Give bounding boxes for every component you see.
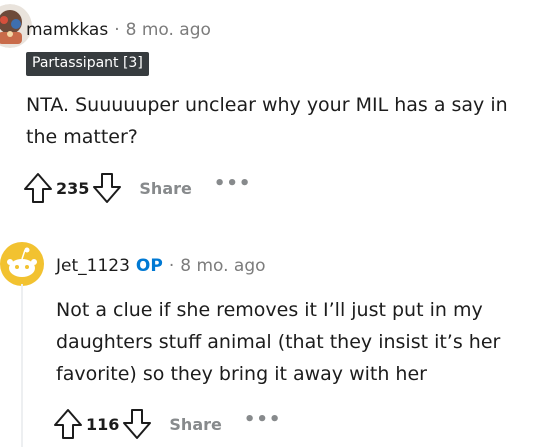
comment-body: Not a clue if she removes it I’ll just p… bbox=[56, 299, 501, 385]
more-options-icon[interactable]: ••• bbox=[214, 175, 252, 193]
timestamp[interactable]: 8 mo. ago bbox=[180, 256, 265, 276]
vote-score: 235 bbox=[56, 178, 90, 198]
comment-meta: mamkkas · 8 mo. ago bbox=[26, 18, 211, 42]
meta-separator: · bbox=[168, 256, 175, 276]
upvote-button[interactable] bbox=[22, 170, 54, 206]
comment-actions: 116 Share ••• bbox=[52, 406, 281, 442]
snoo-avatar-icon bbox=[0, 242, 44, 286]
thread-line[interactable] bbox=[21, 284, 23, 447]
downvote-button[interactable] bbox=[91, 170, 123, 206]
comment-meta: Jet_1123 OP · 8 mo. ago bbox=[56, 254, 266, 278]
upvote-arrow-icon bbox=[54, 409, 82, 439]
meta-separator: · bbox=[114, 20, 120, 40]
share-button[interactable]: Share bbox=[169, 415, 221, 434]
downvote-button[interactable] bbox=[121, 406, 153, 442]
timestamp[interactable]: 8 mo. ago bbox=[126, 20, 211, 40]
username[interactable]: mamkkas bbox=[26, 20, 108, 40]
upvote-button[interactable] bbox=[52, 406, 84, 442]
user-flair: Partassipant [3] bbox=[26, 52, 149, 76]
downvote-arrow-icon bbox=[123, 409, 152, 439]
user-avatar[interactable] bbox=[0, 242, 44, 286]
upvote-arrow-icon bbox=[24, 173, 52, 203]
share-button[interactable]: Share bbox=[139, 179, 191, 198]
username[interactable]: Jet_1123 bbox=[56, 256, 130, 276]
op-badge: OP bbox=[135, 256, 163, 276]
more-options-icon[interactable]: ••• bbox=[244, 411, 282, 429]
comment-actions: 235 Share ••• bbox=[22, 170, 251, 206]
comment-body: NTA. Suuuuuper unclear why your MIL has … bbox=[26, 94, 508, 148]
vote-score: 116 bbox=[86, 414, 120, 434]
downvote-arrow-icon bbox=[93, 173, 122, 203]
